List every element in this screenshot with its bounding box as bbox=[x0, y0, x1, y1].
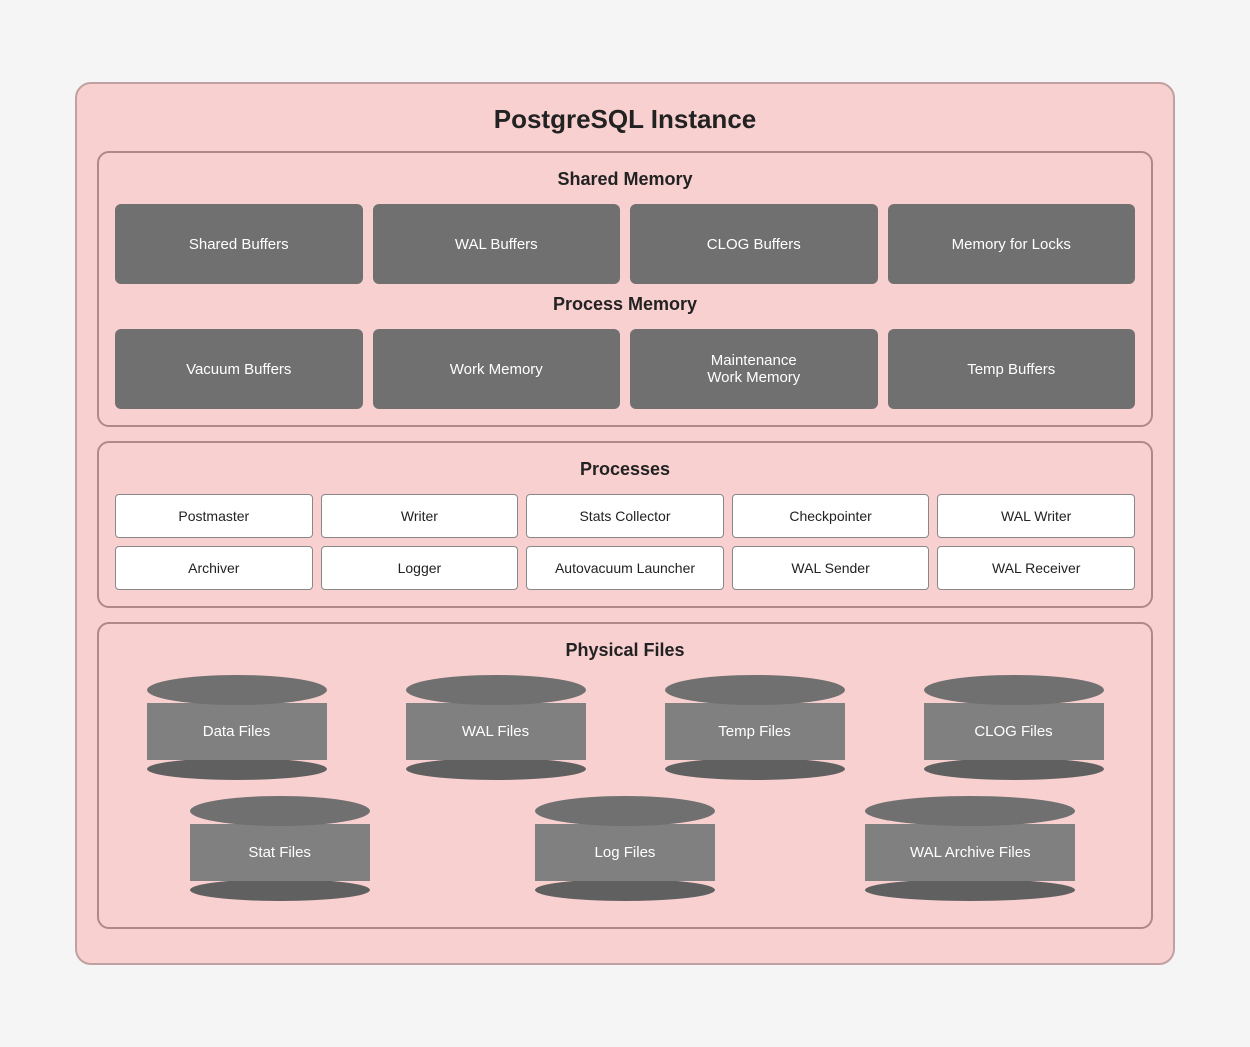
wal-receiver-box: WAL Receiver bbox=[937, 546, 1135, 590]
temp-buffers-box: Temp Buffers bbox=[888, 329, 1136, 409]
memory-for-locks-box: Memory for Locks bbox=[888, 204, 1136, 284]
log-files-cylinder: Log Files bbox=[460, 796, 789, 901]
processes-grid: Postmaster Writer Stats Collector Checkp… bbox=[115, 494, 1135, 590]
autovacuum-launcher-box: Autovacuum Launcher bbox=[526, 546, 724, 590]
logger-box: Logger bbox=[321, 546, 519, 590]
memory-section: Shared Memory Shared Buffers WAL Buffers… bbox=[97, 151, 1153, 427]
postmaster-box: Postmaster bbox=[115, 494, 313, 538]
data-files-cylinder: Data Files bbox=[115, 675, 358, 780]
temp-files-cylinder: Temp Files bbox=[633, 675, 876, 780]
physical-files-row-1: Data Files WAL Files Temp Files bbox=[115, 675, 1135, 780]
checkpointer-box: Checkpointer bbox=[732, 494, 930, 538]
physical-files-section: Physical Files Data Files WAL Files bbox=[97, 622, 1153, 929]
archiver-box: Archiver bbox=[115, 546, 313, 590]
physical-files-title: Physical Files bbox=[115, 640, 1135, 661]
wal-archive-files-cylinder: WAL Archive Files bbox=[806, 796, 1135, 901]
processes-title: Processes bbox=[115, 459, 1135, 480]
vacuum-buffers-box: Vacuum Buffers bbox=[115, 329, 363, 409]
clog-files-cylinder: CLOG Files bbox=[892, 675, 1135, 780]
maintenance-work-memory-box: MaintenanceWork Memory bbox=[630, 329, 878, 409]
shared-buffers-box: Shared Buffers bbox=[115, 204, 363, 284]
wal-writer-box: WAL Writer bbox=[937, 494, 1135, 538]
processes-section: Processes Postmaster Writer Stats Collec… bbox=[97, 441, 1153, 608]
stats-collector-box: Stats Collector bbox=[526, 494, 724, 538]
postgresql-instance-container: PostgreSQL Instance Shared Memory Shared… bbox=[75, 82, 1175, 965]
shared-memory-boxes: Shared Buffers WAL Buffers CLOG Buffers … bbox=[115, 204, 1135, 284]
process-memory-title: Process Memory bbox=[115, 294, 1135, 315]
processes-row-2: Archiver Logger Autovacuum Launcher WAL … bbox=[115, 546, 1135, 590]
process-memory-boxes: Vacuum Buffers Work Memory MaintenanceWo… bbox=[115, 329, 1135, 409]
wal-files-cylinder: WAL Files bbox=[374, 675, 617, 780]
work-memory-box: Work Memory bbox=[373, 329, 621, 409]
stat-files-cylinder: Stat Files bbox=[115, 796, 444, 901]
main-title: PostgreSQL Instance bbox=[97, 104, 1153, 135]
writer-box: Writer bbox=[321, 494, 519, 538]
clog-buffers-box: CLOG Buffers bbox=[630, 204, 878, 284]
wal-sender-box: WAL Sender bbox=[732, 546, 930, 590]
processes-row-1: Postmaster Writer Stats Collector Checkp… bbox=[115, 494, 1135, 538]
physical-files-row-2: Stat Files Log Files WAL Archive Files bbox=[115, 796, 1135, 901]
wal-buffers-box: WAL Buffers bbox=[373, 204, 621, 284]
shared-memory-title: Shared Memory bbox=[115, 169, 1135, 190]
